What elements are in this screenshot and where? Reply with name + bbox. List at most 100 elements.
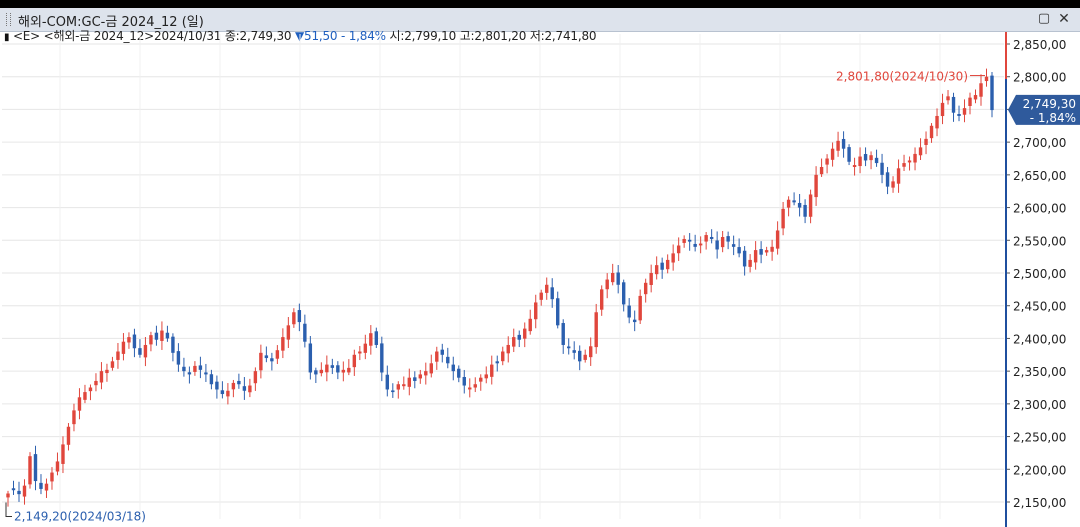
candle-body xyxy=(869,155,873,161)
candle xyxy=(105,363,109,382)
y-tick-label: 2,700,00 xyxy=(1013,136,1066,150)
candle xyxy=(550,278,554,308)
candle-body xyxy=(720,237,725,248)
candle-body xyxy=(572,350,576,353)
candle-body xyxy=(891,181,895,188)
candle-body xyxy=(643,282,648,295)
candle xyxy=(753,241,758,270)
candle xyxy=(61,436,65,474)
candle xyxy=(693,234,697,252)
candle-body xyxy=(319,369,324,374)
candle xyxy=(567,338,571,355)
candle xyxy=(858,147,862,174)
candle xyxy=(341,361,346,382)
candle xyxy=(402,376,406,390)
candle-body xyxy=(385,374,390,390)
candle-body xyxy=(704,235,708,242)
y-tick-label: 2,350,00 xyxy=(1013,365,1066,379)
candle xyxy=(847,144,851,166)
candle-body xyxy=(885,172,890,187)
candle xyxy=(39,474,43,495)
candle xyxy=(248,378,252,398)
candle xyxy=(836,131,840,157)
candle-body xyxy=(770,246,774,252)
candle-body xyxy=(253,371,258,384)
candle xyxy=(654,256,659,280)
candle-body xyxy=(187,372,192,375)
candle xyxy=(11,480,16,495)
candle-body xyxy=(940,102,945,117)
candle xyxy=(6,490,10,507)
candle xyxy=(198,356,203,379)
candle xyxy=(808,189,813,224)
candle-body xyxy=(363,343,368,353)
candle xyxy=(121,333,126,361)
candle xyxy=(418,369,422,384)
last-price-label: 2,749,30 xyxy=(1023,97,1076,111)
candle-body xyxy=(281,337,285,351)
candle xyxy=(891,176,895,193)
candle-body xyxy=(764,250,769,253)
candle xyxy=(649,264,653,293)
candle xyxy=(281,328,285,359)
candle-body xyxy=(286,325,291,340)
candle xyxy=(391,383,395,398)
candle xyxy=(132,328,137,358)
candle-body xyxy=(479,377,483,382)
candle-body xyxy=(517,334,521,340)
candle-body xyxy=(55,461,60,472)
candle-body xyxy=(215,381,219,390)
candle xyxy=(512,328,516,353)
candle-body xyxy=(539,292,543,300)
candle xyxy=(176,343,181,372)
candle-body xyxy=(984,76,989,82)
candle-body xyxy=(621,282,626,305)
candle xyxy=(50,467,54,490)
candle xyxy=(506,336,510,363)
candle-body xyxy=(468,387,472,390)
candle xyxy=(770,239,774,261)
candle xyxy=(308,336,313,380)
candle-body xyxy=(77,397,82,411)
candle xyxy=(479,374,483,391)
candle-body xyxy=(594,312,598,348)
candle-body xyxy=(270,358,274,362)
max-price-label: 2,801,80(2024/10/30) xyxy=(836,70,968,84)
candle xyxy=(979,74,983,106)
candle-body xyxy=(654,265,659,275)
candle xyxy=(748,254,752,273)
candle xyxy=(665,254,670,274)
candle xyxy=(319,362,324,377)
candle-body xyxy=(374,331,379,345)
candlestick-chart[interactable]: 2,850,002,800,002,750,002,700,002,650,00… xyxy=(0,24,1080,527)
candle xyxy=(660,257,664,279)
candle-body xyxy=(204,372,208,375)
candle-body xyxy=(561,323,565,345)
candle xyxy=(704,231,708,250)
candle xyxy=(588,337,593,366)
candle xyxy=(556,291,560,329)
candle-body xyxy=(132,334,137,349)
candle xyxy=(143,337,148,367)
candle-body xyxy=(457,368,461,378)
candle xyxy=(599,285,604,316)
candle xyxy=(759,241,763,264)
candle xyxy=(22,479,27,505)
candle xyxy=(215,375,219,399)
candle-body xyxy=(490,364,494,377)
candle xyxy=(968,92,972,115)
candle xyxy=(374,327,379,349)
candle xyxy=(643,278,648,303)
candle-body xyxy=(973,95,978,100)
candle xyxy=(605,273,609,299)
candle-body xyxy=(534,302,538,320)
candle-body xyxy=(665,259,670,270)
candle-body xyxy=(907,160,912,163)
candle xyxy=(33,445,38,491)
candle-body xyxy=(880,162,884,175)
candle-body xyxy=(462,376,466,386)
candle-body xyxy=(171,336,175,353)
candle-body xyxy=(748,259,752,267)
candle-body xyxy=(39,482,43,489)
candle-body xyxy=(852,165,857,168)
